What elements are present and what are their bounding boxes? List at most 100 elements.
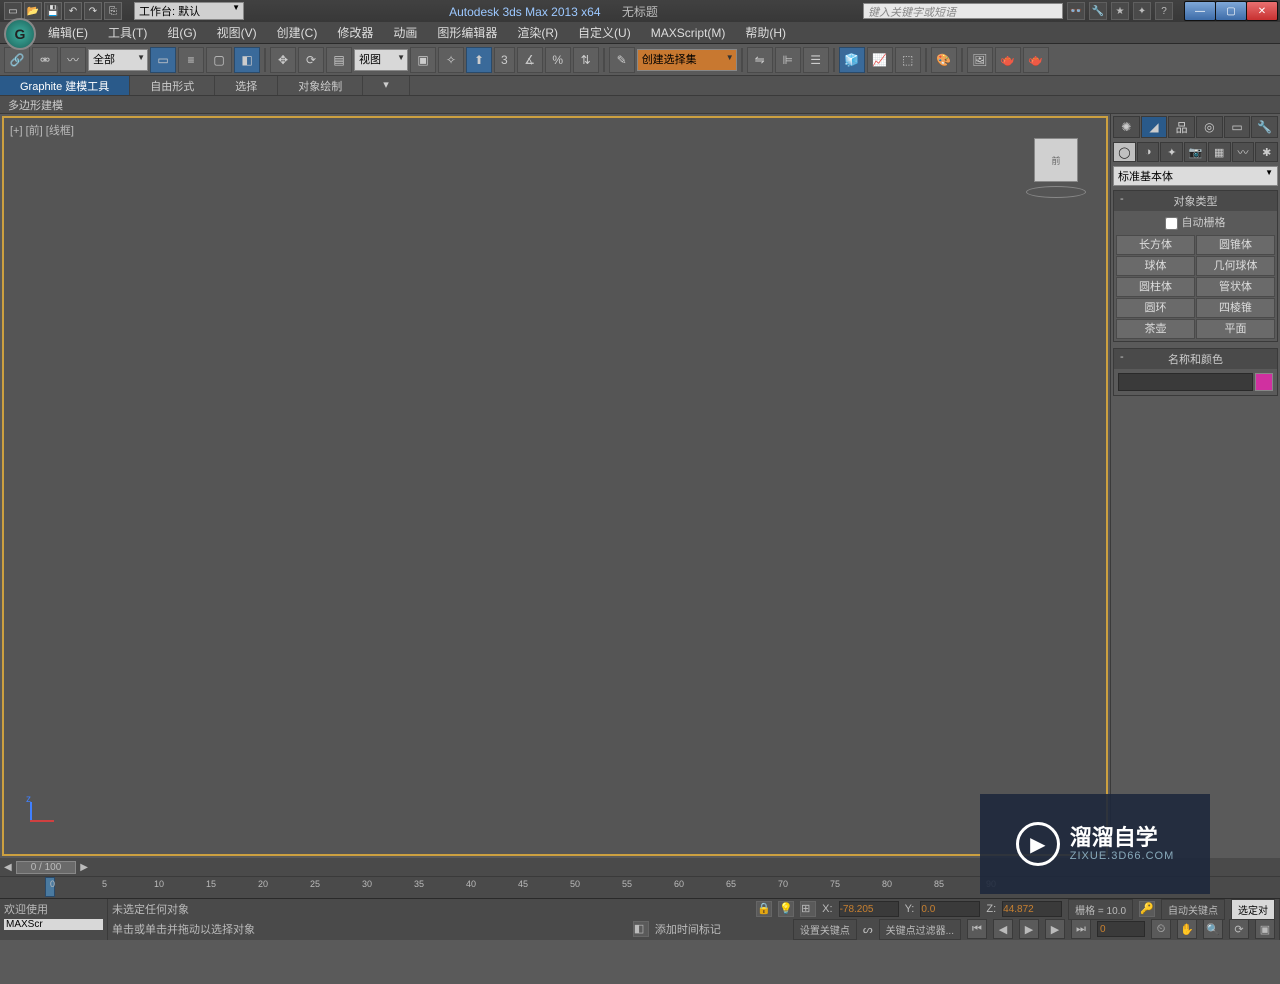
- key-mode-icon[interactable]: ᔕ: [863, 923, 873, 936]
- category-dropdown[interactable]: 标准基本体: [1113, 166, 1278, 186]
- selection-filter[interactable]: 全部: [88, 49, 148, 71]
- z-coord-input[interactable]: [1002, 901, 1062, 917]
- comm-center-icon[interactable]: ◧: [633, 921, 649, 937]
- menu-views[interactable]: 视图(V): [207, 21, 267, 44]
- menu-help[interactable]: 帮助(H): [735, 21, 796, 44]
- current-frame-input[interactable]: [1097, 921, 1145, 937]
- box-button[interactable]: 长方体: [1116, 235, 1195, 255]
- named-selection-set[interactable]: 创建选择集: [637, 49, 737, 71]
- ref-coord-system[interactable]: 视图: [354, 49, 408, 71]
- rollout-header-objecttype[interactable]: 对象类型: [1114, 191, 1277, 211]
- systems-icon[interactable]: ✱: [1255, 142, 1278, 162]
- menu-maxscript[interactable]: MAXScript(M): [641, 23, 736, 43]
- time-config-icon[interactable]: ⏲: [1151, 919, 1171, 939]
- geosphere-button[interactable]: 几何球体: [1196, 256, 1275, 276]
- nav-pan-icon[interactable]: ✋: [1177, 919, 1197, 939]
- undo-icon[interactable]: ↶: [64, 2, 82, 20]
- cone-button[interactable]: 圆锥体: [1196, 235, 1275, 255]
- add-time-tag[interactable]: 添加时间标记: [655, 921, 721, 937]
- lights-icon[interactable]: ✦: [1160, 142, 1183, 162]
- wrench-icon[interactable]: 🔧: [1089, 2, 1107, 20]
- move-icon[interactable]: ✥: [270, 47, 296, 73]
- unlink-icon[interactable]: ⚮: [32, 47, 58, 73]
- motion-tab-icon[interactable]: ◎: [1196, 116, 1223, 138]
- helpers-icon[interactable]: ▦: [1208, 142, 1231, 162]
- help-search-input[interactable]: 键入关键字或短语: [863, 3, 1063, 19]
- viewport-label[interactable]: [+] [前] [线框]: [10, 122, 74, 138]
- window-crossing-icon[interactable]: ◧: [234, 47, 260, 73]
- graphite-toggle-icon[interactable]: 🧊: [839, 47, 865, 73]
- rotate-icon[interactable]: ⟳: [298, 47, 324, 73]
- menu-animation[interactable]: 动画: [383, 21, 427, 44]
- isolate-icon[interactable]: 💡: [778, 901, 794, 917]
- named-sel-edit-icon[interactable]: ✎: [609, 47, 635, 73]
- nav-max-icon[interactable]: ▣: [1255, 919, 1275, 939]
- menu-graph[interactable]: 图形编辑器: [427, 21, 507, 44]
- y-coord-input[interactable]: [920, 901, 980, 917]
- autokey-button[interactable]: 自动关键点: [1161, 899, 1225, 920]
- bind-space-warp-icon[interactable]: 〰: [60, 47, 86, 73]
- spacewarps-icon[interactable]: 〰: [1232, 142, 1255, 162]
- menu-create[interactable]: 创建(C): [267, 21, 328, 44]
- workspace-selector[interactable]: 工作台: 默认: [134, 2, 244, 20]
- render-setup-icon[interactable]: 🖼: [967, 47, 993, 73]
- keyboard-shortcut-icon[interactable]: ⬆: [466, 47, 492, 73]
- viewcube-face[interactable]: 前: [1034, 138, 1078, 182]
- next-frame-icon[interactable]: ▶: [1045, 919, 1065, 939]
- prev-frame-icon[interactable]: ◀: [993, 919, 1013, 939]
- key-filters-button[interactable]: 关键点过滤器...: [879, 919, 961, 940]
- tab-freeform[interactable]: 自由形式: [130, 76, 215, 95]
- goto-start-icon[interactable]: ⏮: [967, 919, 987, 939]
- material-editor-icon[interactable]: 🎨: [931, 47, 957, 73]
- rendered-frame-icon[interactable]: 🫖: [995, 47, 1021, 73]
- x-coord-input[interactable]: [839, 901, 899, 917]
- exchange-icon[interactable]: ✦: [1133, 2, 1151, 20]
- cylinder-button[interactable]: 圆柱体: [1116, 277, 1195, 297]
- goto-end-icon[interactable]: ⏭: [1071, 919, 1091, 939]
- menu-modifiers[interactable]: 修改器: [327, 21, 383, 44]
- close-button[interactable]: ✕: [1246, 1, 1278, 21]
- align-icon[interactable]: ⊫: [775, 47, 801, 73]
- schematic-view-icon[interactable]: ⬚: [895, 47, 921, 73]
- save-icon[interactable]: 💾: [44, 2, 62, 20]
- render-production-icon[interactable]: 🫖: [1023, 47, 1049, 73]
- torus-button[interactable]: 圆环: [1116, 298, 1195, 318]
- hierarchy-tab-icon[interactable]: 品: [1168, 116, 1195, 138]
- rect-region-icon[interactable]: ▢: [206, 47, 232, 73]
- timeslider-prev-icon[interactable]: ◀: [4, 862, 12, 873]
- shapes-icon[interactable]: ◑: [1137, 142, 1160, 162]
- tab-objectpaint[interactable]: 对象绘制: [278, 76, 363, 95]
- menu-customize[interactable]: 自定义(U): [568, 21, 641, 44]
- tube-button[interactable]: 管状体: [1196, 277, 1275, 297]
- cameras-icon[interactable]: 📷: [1184, 142, 1207, 162]
- timeslider-next-icon[interactable]: ▶: [80, 862, 88, 873]
- setkey-button[interactable]: 设置关键点: [793, 919, 857, 940]
- scale-icon[interactable]: ▤: [326, 47, 352, 73]
- maxscript-mini-listener[interactable]: MAXScr: [4, 919, 103, 930]
- nav-orbit-icon[interactable]: ⟳: [1229, 919, 1249, 939]
- display-tab-icon[interactable]: ▭: [1224, 116, 1251, 138]
- spinner-snap-icon[interactable]: ⇅: [573, 47, 599, 73]
- angle-snap-icon[interactable]: ∡: [517, 47, 543, 73]
- help-icon[interactable]: ?: [1155, 2, 1173, 20]
- rollout-header-namecolor[interactable]: 名称和颜色: [1114, 349, 1277, 369]
- teapot-button[interactable]: 茶壶: [1116, 319, 1195, 339]
- viewcube-ring[interactable]: [1026, 186, 1086, 198]
- ribbon-panel-label[interactable]: 多边形建模: [0, 96, 1280, 114]
- key-icon[interactable]: 🔑: [1139, 901, 1155, 917]
- modify-tab-icon[interactable]: ◢: [1141, 116, 1168, 138]
- select-manipulate-icon[interactable]: ✧: [438, 47, 464, 73]
- play-icon[interactable]: ▶: [1019, 919, 1039, 939]
- menu-tools[interactable]: 工具(T): [98, 21, 157, 44]
- minimize-button[interactable]: —: [1184, 1, 1216, 21]
- binoculars-icon[interactable]: 👓: [1067, 2, 1085, 20]
- curve-editor-icon[interactable]: 📈: [867, 47, 893, 73]
- select-by-name-icon[interactable]: ≡: [178, 47, 204, 73]
- sphere-button[interactable]: 球体: [1116, 256, 1195, 276]
- application-button[interactable]: G: [4, 18, 36, 50]
- tab-selection[interactable]: 选择: [215, 76, 278, 95]
- utilities-tab-icon[interactable]: 🔧: [1251, 116, 1278, 138]
- select-object-icon[interactable]: ▭: [150, 47, 176, 73]
- maximize-button[interactable]: ▢: [1215, 1, 1247, 21]
- menu-group[interactable]: 组(G): [157, 21, 206, 44]
